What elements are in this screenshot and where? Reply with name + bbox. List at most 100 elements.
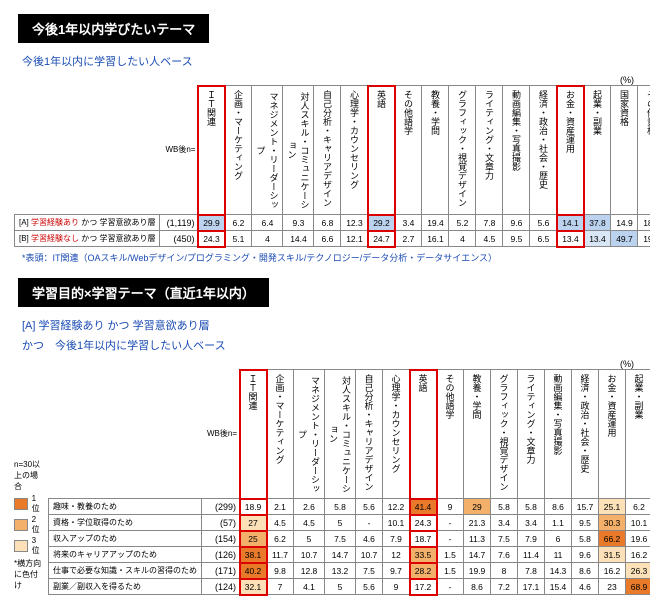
table-row: [B] 学習経験なし かつ 学習意欲あり層(450)24.35.1414.46.… — [15, 231, 650, 247]
cell: 9.6 — [572, 547, 599, 563]
cell: 38.1 — [240, 547, 267, 563]
column-header: 対人スキル・コミュニケーション — [285, 90, 311, 210]
cell: 13.2 — [325, 563, 356, 579]
cell: 21.3 — [464, 515, 491, 531]
cell: 16.2 — [599, 563, 626, 579]
column-header-cell: マネジメント・リーダーシップ — [294, 370, 325, 499]
cell: 15.4 — [545, 579, 572, 595]
table-row: 副業／副収入を得るため(124)32.174.155.6917.2-8.67.2… — [49, 579, 650, 595]
column-header: 英語 — [417, 374, 430, 392]
cell: 29.2 — [368, 215, 395, 231]
cell: 10.1 — [626, 515, 650, 531]
column-header-cell: 英語 — [410, 370, 437, 499]
cell: 29.9 — [198, 215, 225, 231]
cell: 8.6 — [545, 499, 572, 515]
column-header-cell: ＩＴ関連 — [240, 370, 267, 499]
cell: 19.5 — [638, 231, 650, 247]
legend-swatch-1 — [14, 498, 28, 510]
column-header: ＩＴ関連 — [247, 374, 260, 410]
column-header-cell: その他語学 — [437, 370, 464, 499]
cell: 9.3 — [283, 215, 314, 231]
column-header-cell: 教養・学問 — [422, 86, 449, 215]
row-label: 収入アップのため — [49, 531, 202, 547]
cell: 2.6 — [294, 499, 325, 515]
cell: 1.1 — [545, 515, 572, 531]
row-label: 資格・学位取得のため — [49, 515, 202, 531]
column-header-cell: 心理学・カウンセリング — [383, 370, 410, 499]
cell: 7.5 — [491, 531, 518, 547]
cell: 5.6 — [356, 579, 383, 595]
cell: 8.6 — [464, 579, 491, 595]
column-header: その他語学 — [444, 374, 457, 419]
cell: 30.3 — [599, 515, 626, 531]
cell: 13.4 — [557, 231, 584, 247]
cell: 33.5 — [410, 547, 437, 563]
row-n: (124) — [202, 579, 240, 595]
cell: 14.1 — [557, 215, 584, 231]
cell: 24.7 — [368, 231, 395, 247]
row-label: 将来のキャリアアップのため — [49, 547, 202, 563]
cell: 5.2 — [449, 215, 476, 231]
cell: 9 — [437, 499, 464, 515]
cell: 12 — [383, 547, 410, 563]
legend-label-3: 3位 — [32, 536, 42, 556]
column-header: ＩＴ関連 — [205, 90, 218, 126]
legend-label-2: 2位 — [32, 515, 42, 535]
legend-label-1: 1位 — [32, 494, 42, 514]
cell: 10.1 — [383, 515, 410, 531]
cell: 17.1 — [518, 579, 545, 595]
column-header-cell: グラフィック・視覚デザイン — [491, 370, 518, 499]
cell: 5.8 — [325, 499, 356, 515]
cell: 5.8 — [572, 531, 599, 547]
column-header-cell: お金・資産運用 — [599, 370, 626, 499]
cell: 68.9 — [626, 579, 650, 595]
legend-swatch-3 — [14, 540, 28, 552]
section1-title: 今後1年以内学びたいテーマ — [18, 14, 209, 43]
column-header-cell: 起業・副業 — [584, 86, 611, 215]
column-header: 動画編集・写真撮影 — [510, 90, 523, 171]
cell: 1.5 — [437, 563, 464, 579]
cell: 10.7 — [294, 547, 325, 563]
row-label: 仕事で必要な知識・スキルの習得のため — [49, 563, 202, 579]
cell: 19.6 — [626, 531, 650, 547]
cell: 19.4 — [422, 215, 449, 231]
cell: 12.1 — [341, 231, 368, 247]
column-header: 国家資格 — [618, 90, 631, 126]
column-header: 起業・副業 — [591, 90, 604, 135]
column-header-cell: 対人スキル・コミュニケーション — [283, 86, 314, 215]
row-n: (57) — [202, 515, 240, 531]
column-header-cell: 動画編集・写真撮影 — [545, 370, 572, 499]
cell: 14.3 — [545, 563, 572, 579]
cell: 29 — [464, 499, 491, 515]
section1-footnote: *表頭：IT関連（OAスキル/Webデザイン/プログラミング・開発スキル/テクノ… — [22, 251, 640, 264]
cell: 4.6 — [572, 579, 599, 595]
column-header: 心理学・カウンセリング — [348, 90, 361, 189]
row-n: (1,119) — [160, 215, 198, 231]
table-row: 収入アップのため(154)256.257.54.67.918.7-11.37.5… — [49, 531, 650, 547]
cell: 3.4 — [395, 215, 422, 231]
cell: 31.5 — [599, 547, 626, 563]
section1-subtitle: 今後1年以内に学習したい人ベース — [22, 53, 640, 69]
cell: 12.3 — [341, 215, 368, 231]
cell: 9.5 — [572, 515, 599, 531]
row-n: (450) — [160, 231, 198, 247]
column-header: 企画・マーケティング — [274, 374, 287, 464]
column-header-cell: お金・資産運用 — [557, 86, 584, 215]
cell: 12.8 — [294, 563, 325, 579]
column-header-cell: グラフィック・視覚デザイン — [449, 86, 476, 215]
column-header: その他語学 — [402, 90, 415, 135]
cell: 4 — [252, 231, 283, 247]
cell: 6 — [545, 531, 572, 547]
cell: 9.8 — [267, 563, 294, 579]
cell: 1.5 — [437, 547, 464, 563]
column-header-cell: 起業・副業 — [626, 370, 650, 499]
cell: 14.7 — [325, 547, 356, 563]
column-header: お金・資産運用 — [606, 374, 619, 437]
column-header-cell: その他語学 — [395, 86, 422, 215]
legend-title: n=30以上の場合 — [14, 459, 42, 492]
row-n: (299) — [202, 499, 240, 515]
cell: 6.8 — [314, 215, 341, 231]
legend-swatch-2 — [14, 519, 28, 531]
table-row: 将来のキャリアアップのため(126)38.111.710.714.710.712… — [49, 547, 650, 563]
wb-label: WB後n= — [160, 86, 198, 215]
